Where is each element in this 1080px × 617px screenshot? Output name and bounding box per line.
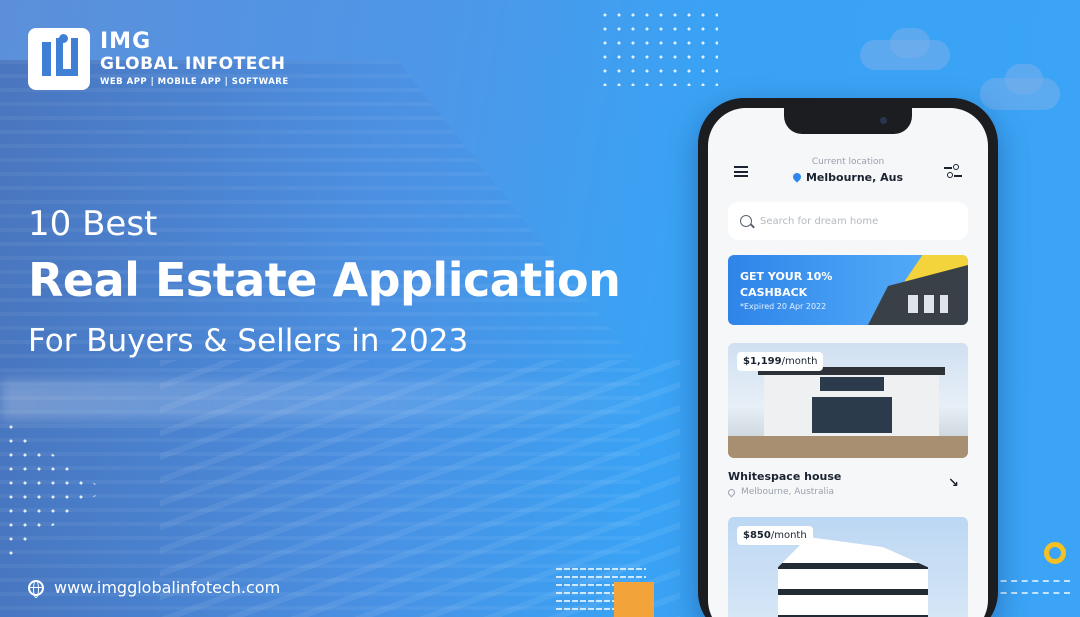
website-link[interactable]: www.imgglobalinfotech.com	[28, 578, 281, 598]
listing-card-image[interactable]: $850/month	[728, 517, 968, 617]
company-logo[interactable]: IMG GLOBAL INFOTECH WEB APP | MOBILE APP…	[28, 28, 289, 90]
headline: 10 Best Real Estate Application For Buye…	[28, 204, 621, 364]
search-icon	[740, 215, 752, 227]
website-url: www.imgglobalinfotech.com	[54, 578, 281, 597]
promo-expiry: *Expired 20 Apr 2022	[740, 302, 827, 311]
dot-pattern-top	[598, 8, 718, 86]
wave-pattern-right	[990, 580, 1070, 594]
logo-line1: IMG	[100, 29, 152, 54]
location-pin-icon	[726, 487, 737, 497]
globe-icon	[28, 579, 44, 598]
arrow-icon[interactable]: ↘	[948, 476, 959, 491]
filter-icon[interactable]	[944, 164, 962, 180]
location-pin-icon	[791, 171, 803, 183]
promo-line2: CASHBACK	[740, 286, 808, 299]
headline-line3: For Buyers & Sellers in 2023	[28, 323, 469, 359]
light-glow	[0, 380, 700, 420]
apartment-image	[778, 537, 928, 617]
location-value: Melbourne, Aus	[805, 171, 904, 184]
listing-title[interactable]: Whitespace house	[728, 470, 841, 483]
promo-line1: GET YOUR 10%	[740, 270, 833, 283]
orange-square	[614, 582, 654, 617]
search-input[interactable]	[760, 215, 960, 227]
headline-line1: 10 Best	[28, 204, 158, 244]
price-badge: $1,199/month	[737, 352, 824, 371]
logo-tagline: WEB APP | MOBILE APP | SOFTWARE	[100, 77, 289, 87]
logo-line2: GLOBAL INFOTECH	[100, 54, 286, 74]
house-image	[758, 367, 945, 436]
cashback-banner[interactable]: GET YOUR 10% CASHBACK *Expired 20 Apr 20…	[728, 255, 968, 325]
banner: IMG GLOBAL INFOTECH WEB APP | MOBILE APP…	[0, 0, 1080, 617]
app-header: Current location Melbourne, Aus	[708, 152, 988, 192]
yellow-ring	[1044, 542, 1066, 564]
phone-notch	[784, 108, 912, 134]
phone-screen: Current location Melbourne, Aus Search f…	[708, 108, 988, 617]
search-bar	[728, 202, 968, 240]
listing-card-image[interactable]: $1,199/month	[728, 343, 968, 458]
listing-location: Melbourne, Australia	[726, 487, 834, 497]
price-badge: $850/month	[737, 526, 813, 545]
headline-line2: Real Estate Application	[28, 253, 621, 307]
logo-mark-icon	[28, 28, 90, 90]
phone-mockup: Current location Melbourne, Aus Search f…	[698, 98, 998, 617]
